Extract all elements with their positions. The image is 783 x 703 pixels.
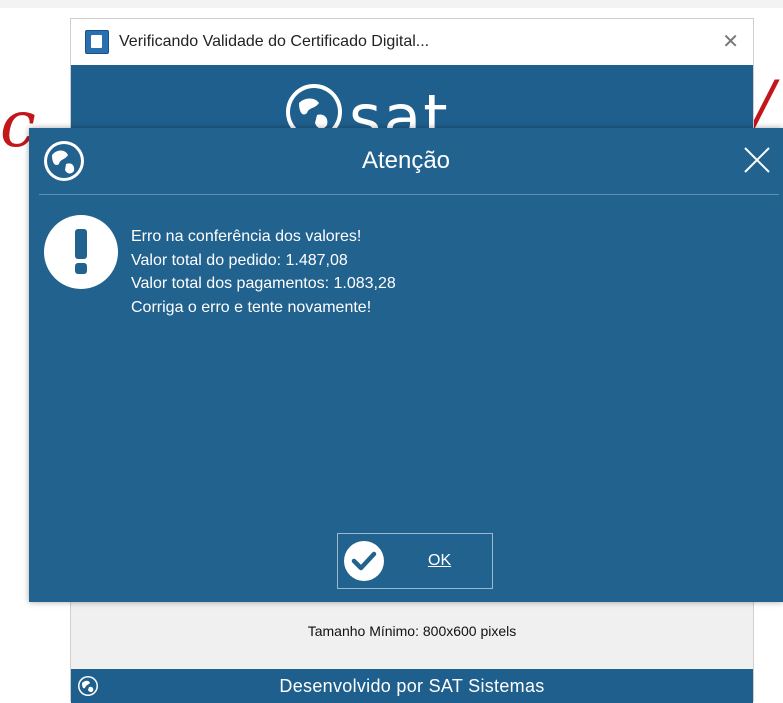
globe-icon (78, 676, 98, 696)
certificate-icon (85, 30, 109, 54)
dialog-close-button[interactable] (737, 140, 777, 180)
splash-title: Verificando Validade do Certificado Digi… (119, 33, 430, 50)
message-line: Valor total dos pagamentos: 1.083,28 (131, 275, 396, 292)
message-line: Corriga o erro e tente novamente! (131, 298, 372, 316)
splash-footer: Desenvolvido por SAT Sistemas (71, 669, 753, 703)
close-icon (744, 147, 770, 173)
footer-credit: Desenvolvido por SAT Sistemas (279, 675, 545, 696)
exclamation-icon (44, 215, 118, 289)
splash-close-button[interactable]: ✕ (722, 29, 739, 54)
attention-dialog: Atenção Erro na conferência dos valores!… (29, 128, 783, 602)
ok-button[interactable]: OK (337, 533, 493, 589)
ok-label: OK (428, 552, 452, 569)
splash-titlebar: Verificando Validade do Certificado Digi… (71, 19, 753, 65)
min-size-label: Tamanho Mínimo: 800x600 pixels (307, 623, 517, 639)
message-line: Valor total do pedido: 1.487,08 (131, 251, 348, 269)
message-line: Erro na conferência dos valores! (131, 228, 362, 245)
checkmark-icon (344, 541, 384, 581)
background-band (0, 0, 783, 8)
splash-banner: sat (71, 65, 753, 135)
dialog-title: Atenção (361, 147, 451, 174)
error-message: Erro na conferência dos valores! Valor t… (131, 225, 396, 319)
dialog-titlebar: Atenção (29, 128, 783, 194)
titlebar-divider (39, 194, 779, 195)
